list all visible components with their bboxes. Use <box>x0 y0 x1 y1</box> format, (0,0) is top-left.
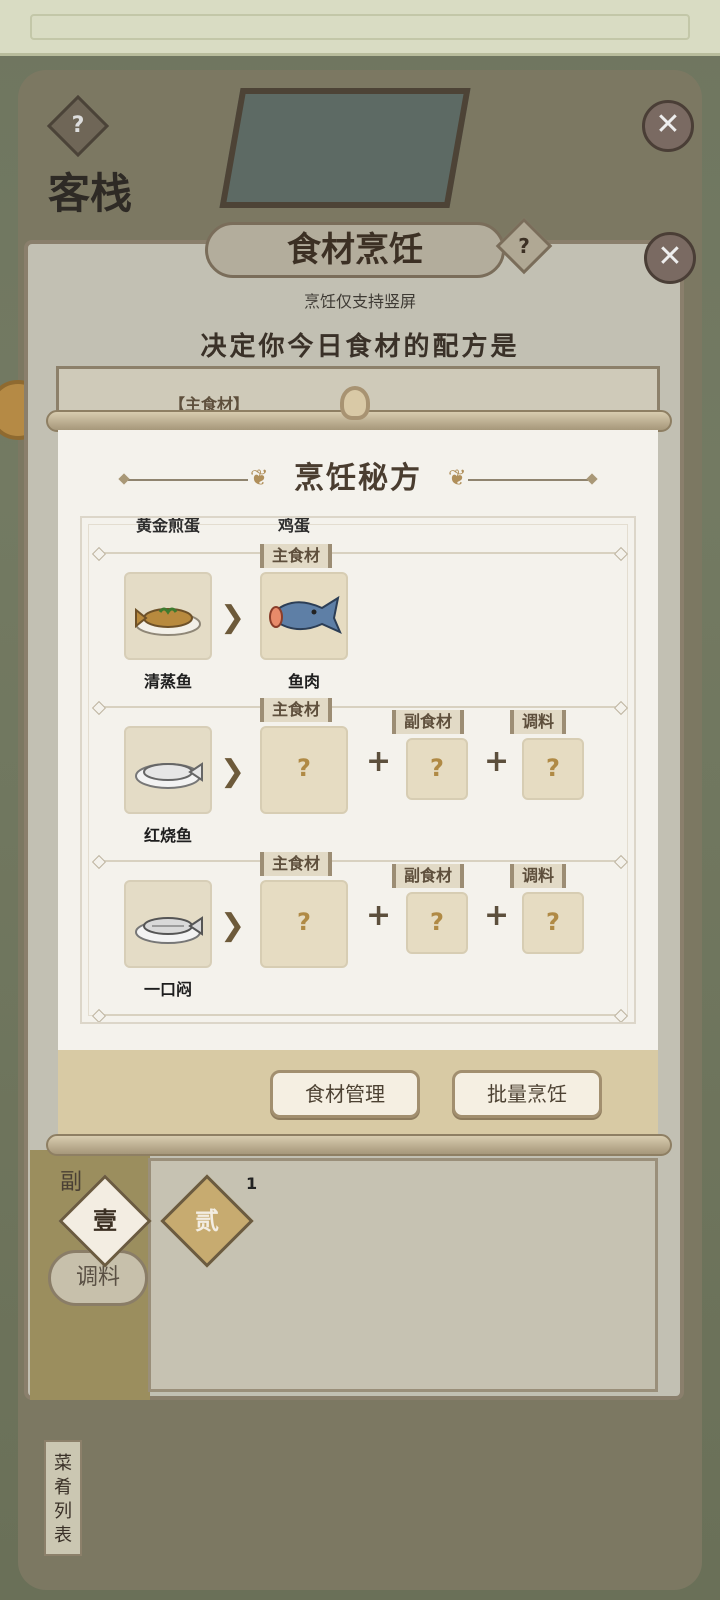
ingredient-name: 鱼肉 <box>287 672 320 691</box>
plus-icon: + <box>484 898 510 933</box>
main-ingredient-slot[interactable]: ? <box>260 726 348 814</box>
arrow-right-icon: ❯ <box>220 600 246 635</box>
row-divider <box>98 860 622 862</box>
braised-fish-icon <box>135 762 203 789</box>
side-ingredient-label: 副食材 <box>392 710 465 734</box>
seasoning-slot[interactable]: ? <box>522 738 584 800</box>
cooking-title: 食材烹饪 <box>205 222 505 278</box>
side-ingredient-slot[interactable]: ? <box>406 892 468 954</box>
steamed-fish-icon <box>135 607 201 636</box>
arrow-right-icon: ❯ <box>220 754 246 789</box>
close-icon[interactable]: ✕ <box>642 100 694 152</box>
batch-cook-button[interactable]: 批量烹饪 <box>452 1070 602 1118</box>
stewed-fish-icon <box>135 916 203 944</box>
dish-name: 一口闷 <box>143 980 192 999</box>
dish-card[interactable] <box>124 726 212 814</box>
unknown-icon: ? <box>297 754 311 782</box>
dish-name: 红烧鱼 <box>143 826 192 845</box>
recipe-modal: ❦ 烹饪秘方 ❦ 黄金煎蛋 鸡蛋 清蒸鱼 ❯ 主食材 鱼肉 红烧鱼 ❯ 主食材 … <box>58 430 658 1136</box>
recipe-row: 红烧鱼 ❯ 主食材 ? + 副食材 ? + 调料 ? <box>82 698 634 868</box>
seasoning-slot[interactable]: ? <box>522 892 584 954</box>
ingredient-manage-button[interactable]: 食材管理 <box>270 1070 420 1118</box>
modal-header: ❦ 烹饪秘方 ❦ <box>58 454 658 504</box>
recipe-row: 清蒸鱼 ❯ 主食材 鱼肉 <box>82 544 634 714</box>
scroll-knot <box>340 386 370 420</box>
main-ingredient-slot[interactable]: ? <box>260 880 348 968</box>
main-ingredient-label: 主食材 <box>260 544 333 568</box>
clipped-ingredient-name: 鸡蛋 <box>278 516 311 535</box>
main-ingredient-slot[interactable] <box>260 572 348 660</box>
bed-decoration <box>219 88 471 208</box>
clipped-dish-name: 黄金煎蛋 <box>136 516 201 535</box>
dish-list-button[interactable]: 菜肴列表 <box>44 1440 82 1556</box>
recipe-prompt: 决定你今日食材的配方是 <box>200 332 520 362</box>
side-ingredient-slot[interactable]: ? <box>406 738 468 800</box>
seasoning-label: 调料 <box>510 864 567 888</box>
side-ingredient-label: 副食材 <box>392 864 465 888</box>
dish-card[interactable] <box>124 572 212 660</box>
recipe-row: 一口闷 ❯ 主食材 ? + 副食材 ? + 调料 ? <box>82 852 634 1022</box>
main-ingredient-label: 主食材 <box>260 698 333 722</box>
seasoning-label: 调料 <box>510 710 567 734</box>
plus-icon: + <box>484 744 510 779</box>
top-bar <box>0 0 720 56</box>
cooking-close-icon[interactable]: ✕ <box>644 232 696 284</box>
main-ingredient-label: 主食材 <box>260 852 333 876</box>
unknown-icon: ? <box>430 754 444 782</box>
scroll-rod-bottom <box>46 1134 672 1156</box>
plus-icon: + <box>366 744 392 779</box>
dish-card[interactable] <box>124 880 212 968</box>
unknown-icon: ? <box>546 908 560 936</box>
dish-name: 清蒸鱼 <box>143 672 192 691</box>
portrait-only-notice: 烹饪仅支持竖屏 <box>303 292 416 311</box>
unknown-icon: ? <box>546 754 560 782</box>
unknown-icon: ? <box>430 908 444 936</box>
row-divider <box>98 706 622 708</box>
flame-right-icon: ❦ <box>448 466 467 491</box>
room-sign: 客栈 <box>48 169 133 218</box>
arrow-right-icon: ❯ <box>220 908 246 943</box>
count-badge: 1 <box>246 1174 258 1193</box>
plus-icon: + <box>366 898 392 933</box>
row-divider <box>98 1014 622 1016</box>
unknown-icon: ? <box>297 908 311 936</box>
fish-meat-icon <box>269 595 342 634</box>
row-divider <box>98 552 622 554</box>
recipe-list[interactable]: 黄金煎蛋 鸡蛋 清蒸鱼 ❯ 主食材 鱼肉 红烧鱼 ❯ 主食材 ? + 副食材 ?… <box>80 516 636 1024</box>
